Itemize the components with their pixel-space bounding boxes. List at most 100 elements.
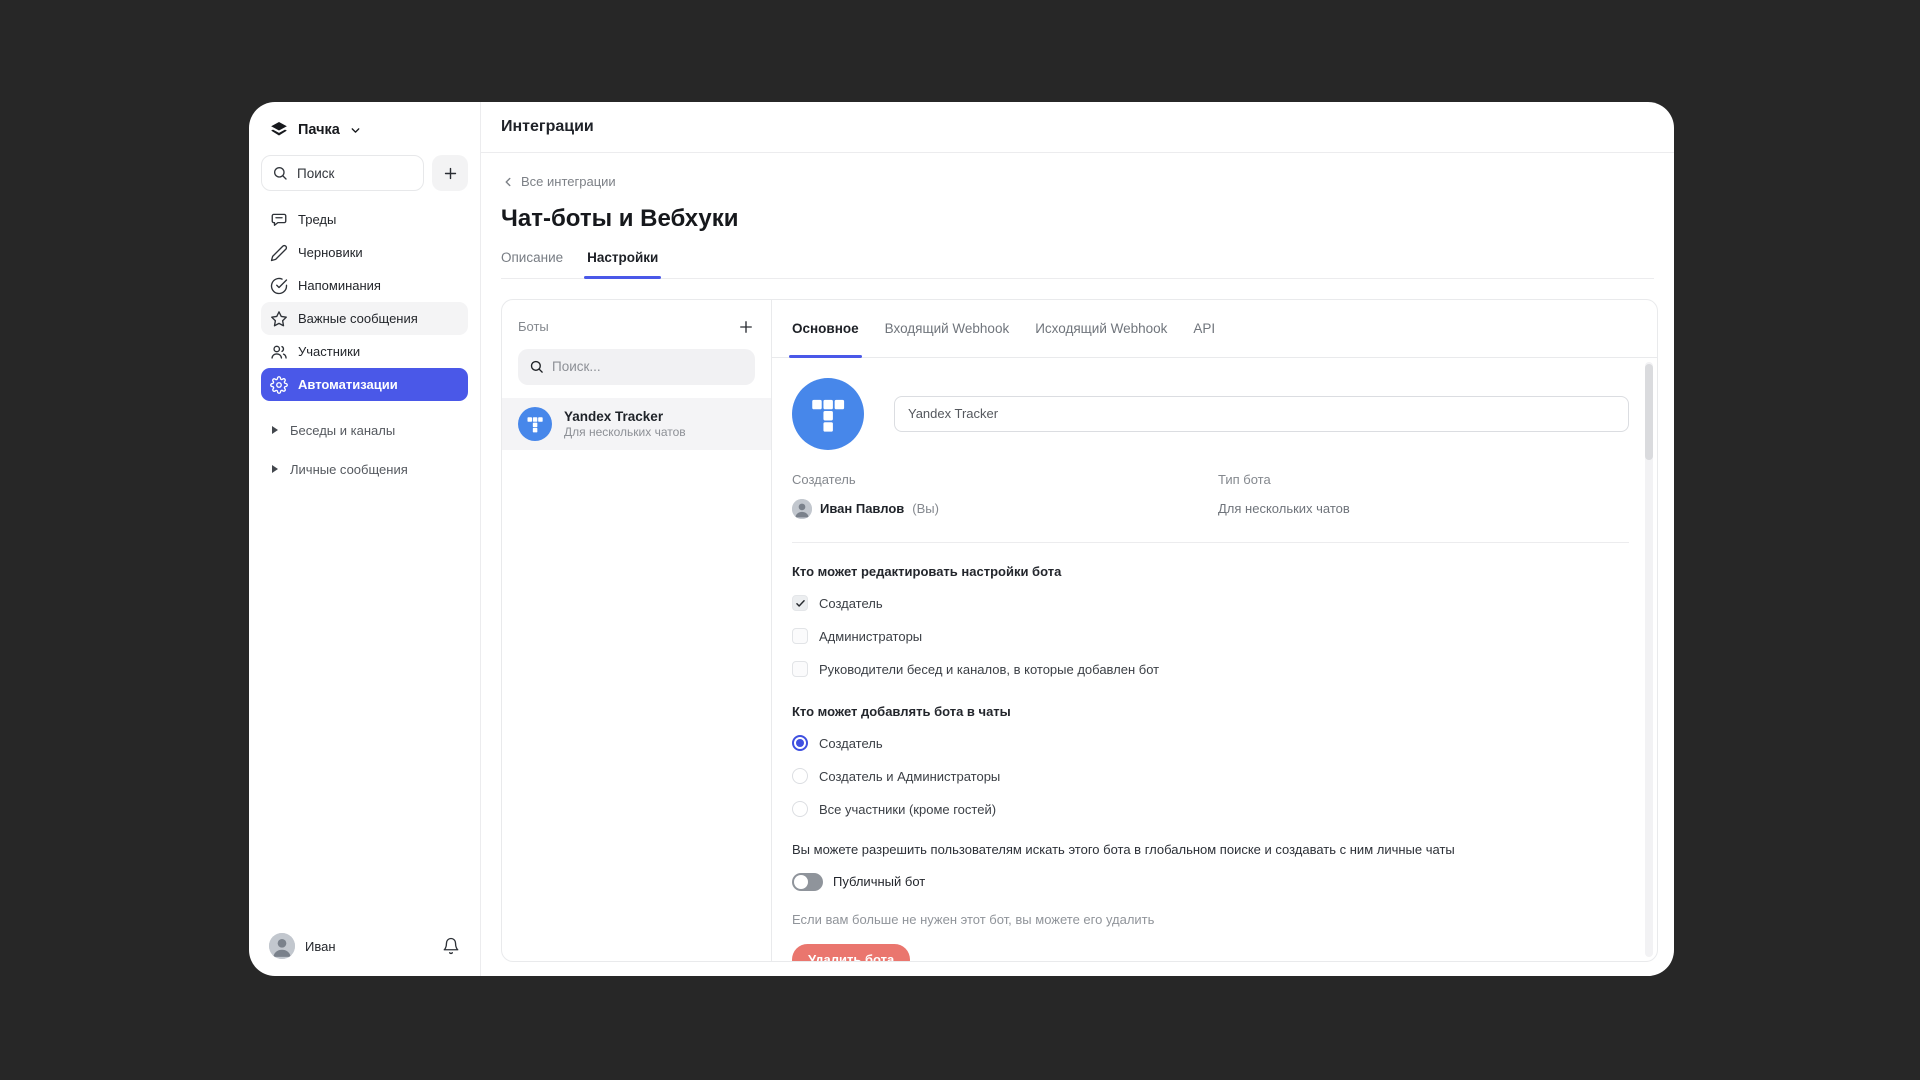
triangle-right-icon: [272, 465, 278, 473]
bot-type-value: Для нескольких чатов: [1218, 499, 1350, 519]
bot-settings-body: Создатель Иван Павлов (Вы) Тип бота: [772, 358, 1657, 962]
search-icon: [529, 359, 544, 374]
bot-item-name: Yandex Tracker: [564, 408, 686, 425]
avatar: [269, 933, 295, 959]
notifications-button[interactable]: [442, 937, 460, 955]
public-bot-toggle-label: Публичный бот: [833, 874, 925, 889]
user-name: Иван: [305, 939, 336, 954]
section-label: Беседы и каналы: [290, 423, 395, 438]
bot-type-label: Тип бота: [1218, 472, 1350, 487]
pencil-icon: [270, 244, 288, 262]
add-permissions-title: Кто может добавлять бота в чаты: [792, 704, 1629, 719]
bots-search-input[interactable]: Поиск...: [518, 349, 755, 385]
tab-outgoing-webhook[interactable]: Исходящий Webhook: [1035, 300, 1167, 357]
tab-incoming-webhook[interactable]: Входящий Webhook: [885, 300, 1010, 357]
workspace-name: Пачка: [298, 122, 340, 138]
sidebar-item-label: Треды: [298, 212, 336, 227]
app-window: Пачка Поиск Треды: [249, 102, 1674, 976]
gear-icon: [270, 376, 288, 394]
sidebar-nav: Треды Черновики Напоминания Важные сообщ…: [261, 203, 468, 401]
triangle-right-icon: [272, 426, 278, 434]
bot-avatar[interactable]: [792, 378, 864, 450]
section-conversations-channels[interactable]: Беседы и каналы: [261, 412, 468, 448]
sidebar-item-label: Черновики: [298, 245, 363, 260]
section-direct-messages[interactable]: Личные сообщения: [261, 451, 468, 487]
star-icon: [270, 310, 288, 328]
bot-list-item[interactable]: Yandex Tracker Для нескольких чатов: [502, 398, 771, 450]
scrollbar-thumb[interactable]: [1645, 364, 1653, 460]
breadcrumb[interactable]: Все интеграции: [501, 174, 616, 189]
tab-api[interactable]: API: [1193, 300, 1215, 357]
bot-settings-panel: Основное Входящий Webhook Исходящий Webh…: [772, 300, 1657, 962]
app-logo-icon: [269, 120, 289, 140]
chevron-left-icon: [501, 175, 515, 189]
bots-search-placeholder: Поиск...: [552, 359, 601, 374]
plus-icon: [737, 318, 755, 336]
search-icon: [272, 165, 288, 181]
public-bot-toggle-row[interactable]: Публичный бот: [792, 873, 1629, 891]
edit-permissions-title: Кто может редактировать настройки бота: [792, 564, 1629, 579]
sidebar-item-label: Автоматизации: [298, 377, 398, 392]
creator-label: Создатель: [792, 472, 1218, 487]
sidebar-item-threads[interactable]: Треды: [261, 203, 468, 236]
integration-settings-card: Боты Поиск...: [501, 299, 1658, 963]
workspace-switcher[interactable]: Пачка: [261, 115, 468, 145]
delete-bot-hint: Если вам больше не нужен этот бот, вы мо…: [792, 912, 1629, 927]
plus-icon: [442, 165, 459, 182]
bots-panel: Боты Поиск...: [502, 300, 772, 962]
radio-icon[interactable]: [792, 801, 808, 817]
sidebar-item-important[interactable]: Важные сообщения: [261, 302, 468, 335]
radio-selected-icon[interactable]: [792, 735, 808, 751]
creator-name: Иван Павлов: [820, 501, 904, 516]
new-chat-button[interactable]: [432, 155, 468, 191]
checkbox-checked-icon[interactable]: [792, 595, 808, 611]
add-bot-button[interactable]: [737, 318, 755, 336]
sidebar-item-label: Участники: [298, 344, 360, 359]
bell-icon: [442, 937, 460, 955]
sidebar-search-input[interactable]: Поиск: [261, 155, 424, 191]
breadcrumb-label: Все интеграции: [521, 174, 616, 189]
checkbox-icon[interactable]: [792, 661, 808, 677]
check-circle-icon: [270, 277, 288, 295]
bots-panel-title: Боты: [518, 319, 549, 334]
sidebar: Пачка Поиск Треды: [249, 102, 481, 976]
public-bot-hint: Вы можете разрешить пользователям искать…: [792, 842, 1629, 857]
radio-row-creator-admins[interactable]: Создатель и Администраторы: [792, 768, 1629, 785]
bot-name-input[interactable]: [894, 396, 1629, 432]
sidebar-search-placeholder: Поиск: [297, 166, 334, 181]
users-icon: [270, 343, 288, 361]
current-user-row[interactable]: Иван: [261, 930, 468, 962]
delete-bot-button[interactable]: Удалить бота: [792, 944, 910, 963]
sidebar-item-drafts[interactable]: Черновики: [261, 236, 468, 269]
bot-settings-tabs: Основное Входящий Webhook Исходящий Webh…: [772, 300, 1657, 358]
checkbox-row-admins[interactable]: Администраторы: [792, 628, 1629, 645]
radio-icon[interactable]: [792, 768, 808, 784]
bot-item-subtitle: Для нескольких чатов: [564, 425, 686, 440]
checkbox-icon[interactable]: [792, 628, 808, 644]
sidebar-item-label: Важные сообщения: [298, 311, 418, 326]
sidebar-tree: Беседы и каналы Личные сообщения: [261, 409, 468, 487]
checkbox-row-chat-owners[interactable]: Руководители бесед и каналов, в которые …: [792, 661, 1629, 678]
sidebar-item-label: Напоминания: [298, 278, 381, 293]
page-header-title: Интеграции: [501, 118, 594, 136]
toggle-off-icon[interactable]: [792, 873, 823, 891]
page-header: Интеграции: [481, 102, 1674, 153]
sidebar-item-automations[interactable]: Автоматизации: [261, 368, 468, 401]
main-area: Интеграции Все интеграции Чат-боты и Веб…: [481, 102, 1674, 976]
threads-icon: [270, 211, 288, 229]
sidebar-item-reminders[interactable]: Напоминания: [261, 269, 468, 302]
checkbox-row-creator[interactable]: Создатель: [792, 595, 1629, 612]
creator-suffix: (Вы): [912, 501, 939, 516]
creator-avatar: [792, 499, 812, 519]
yandex-tracker-logo-icon: [518, 407, 552, 441]
divider: [792, 542, 1629, 543]
radio-row-creator[interactable]: Создатель: [792, 735, 1629, 752]
tab-description[interactable]: Описание: [501, 250, 563, 278]
section-label: Личные сообщения: [290, 462, 408, 477]
radio-row-all-members[interactable]: Все участники (кроме гостей): [792, 801, 1629, 818]
page-head: Все интеграции Чат-боты и Вебхуки Описан…: [481, 153, 1674, 279]
tab-settings[interactable]: Настройки: [587, 250, 658, 278]
page-title: Чат-боты и Вебхуки: [501, 205, 1654, 233]
sidebar-item-members[interactable]: Участники: [261, 335, 468, 368]
tab-general[interactable]: Основное: [792, 300, 859, 357]
